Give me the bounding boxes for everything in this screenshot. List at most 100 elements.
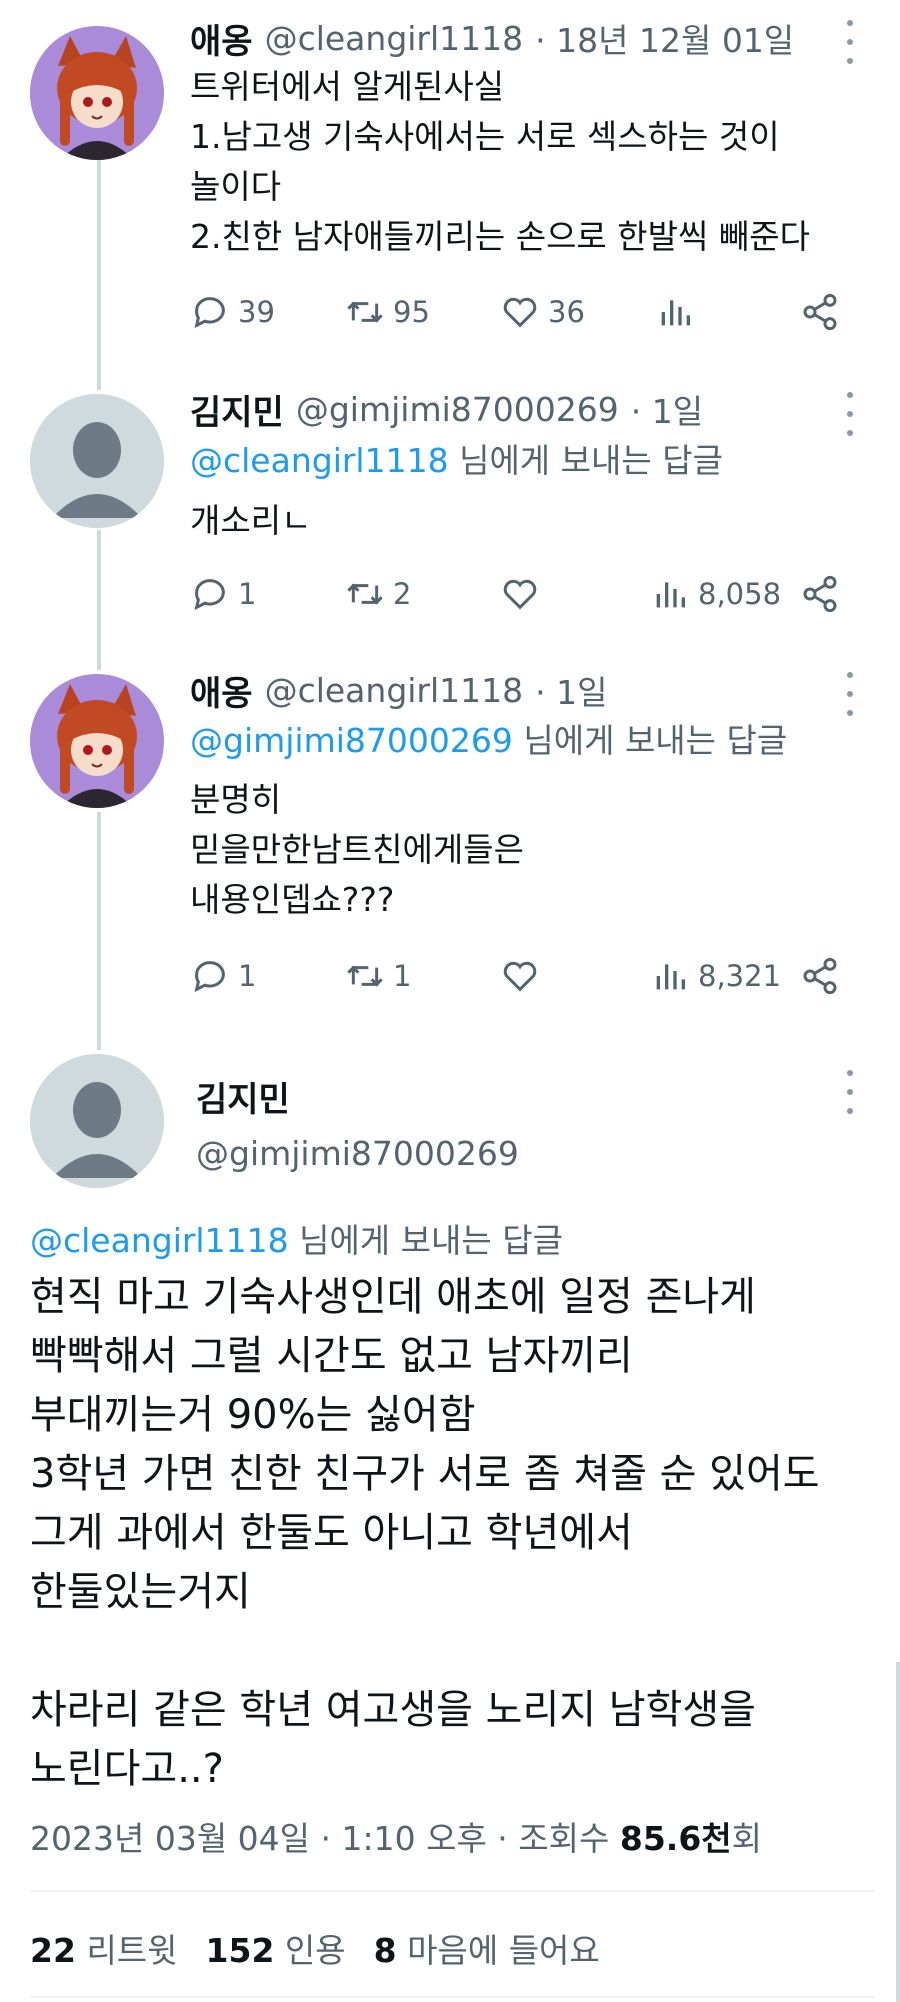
more-icon[interactable]	[840, 1070, 860, 1114]
text-line: 빡빡해서 그럴 시간도 없고 남자끼리	[30, 1333, 633, 1379]
tweet-header: 애옹 @cleangirl1118 · 18년 12월 01일	[190, 14, 794, 62]
reply-icon	[194, 297, 225, 329]
more-icon[interactable]	[840, 20, 860, 64]
tweet-header: 애옹 @cleangirl1118 · 1일	[190, 666, 608, 714]
reply-button[interactable]: 1	[190, 570, 256, 618]
text-line	[30, 1622, 820, 1681]
tweet-time[interactable]: · 1일	[535, 666, 607, 714]
tweet-header: 김지민 @gimjimi87000269 · 1일	[190, 385, 703, 433]
like-icon	[503, 579, 537, 610]
quotes-stat[interactable]: 152 인용	[206, 1924, 346, 1972]
thread-line	[97, 160, 101, 390]
more-icon[interactable]	[840, 672, 860, 716]
share-button[interactable]	[800, 570, 840, 618]
mention-link[interactable]: @cleangirl1118	[30, 1221, 289, 1260]
share-button[interactable]	[800, 288, 840, 336]
views-button[interactable]: 8,058	[650, 570, 781, 618]
display-name[interactable]: 애옹	[190, 666, 253, 715]
text-line: 놀이다	[190, 167, 282, 206]
like-count: 36	[548, 295, 585, 329]
views-button[interactable]	[655, 288, 695, 336]
text-line: 개소리ㄴ	[190, 501, 312, 540]
avatar[interactable]	[30, 1054, 164, 1188]
reply-count: 39	[238, 295, 275, 329]
tweet-text: 분명히믿을만한남트친에게들은내용인뎁쇼???	[190, 775, 524, 925]
reply-icon	[194, 579, 225, 611]
tweet-time[interactable]: · 18년 12월 01일	[535, 14, 794, 62]
avatar[interactable]	[30, 394, 164, 528]
retweet-button[interactable]: 2	[345, 570, 411, 618]
like-button[interactable]	[500, 952, 540, 1000]
reply-button[interactable]: 39	[190, 288, 275, 336]
text-line: 믿을만한남트친에게들은	[190, 830, 524, 869]
reply-suffix: 님에게 보내는 답글	[448, 441, 723, 480]
divider	[30, 1996, 875, 1998]
text-line: 현직 마고 기숙사생인데 애초에 일정 존나게	[30, 1274, 756, 1320]
quote-label: 인용	[284, 1931, 346, 1970]
views-icon	[661, 300, 690, 326]
text-line: 한둘있는거지	[30, 1569, 251, 1615]
engagement-stats: 22 리트윗 152 인용 8 마음에 들어요	[30, 1924, 600, 1972]
retweet-count: 22	[30, 1931, 76, 1970]
retweet-count: 95	[393, 295, 430, 329]
thread-line	[97, 812, 101, 1050]
views-suffix: 회	[731, 1819, 763, 1858]
timestamp-text: 2023년 03월 04일 · 1:10 오후 · 조회수	[30, 1819, 620, 1858]
retweet-button[interactable]: 1	[345, 952, 411, 1000]
avatar[interactable]	[30, 26, 164, 160]
likes-stat[interactable]: 8 마음에 들어요	[374, 1924, 600, 1972]
views-icon	[656, 964, 685, 990]
reply-context: @cleangirl1118 님에게 보내는 답글	[30, 1214, 563, 1262]
retweet-count: 1	[393, 959, 412, 993]
user-handle[interactable]: @gimjimi87000269	[296, 390, 619, 429]
text-line: 2.친한 남자애들끼리는 손으로 한발씩 빼준다	[190, 217, 810, 256]
views-icon	[656, 582, 685, 608]
retweets-stat[interactable]: 22 리트윗	[30, 1924, 178, 1972]
tweet-actions: 39 95 36	[190, 288, 850, 336]
user-handle[interactable]: @gimjimi87000269	[196, 1134, 519, 1173]
like-icon	[503, 961, 537, 992]
retweet-button[interactable]: 95	[345, 288, 430, 336]
retweet-icon	[347, 583, 383, 605]
display-name[interactable]: 애옹	[190, 14, 253, 63]
text-line: 부대끼는거 90%는 싫어함	[30, 1392, 476, 1438]
reply-suffix: 님에게 보내는 답글	[288, 1221, 563, 1260]
share-icon	[803, 957, 837, 995]
like-icon	[503, 297, 537, 328]
tweet-time[interactable]: · 1일	[631, 385, 703, 433]
tweet-text: 개소리ㄴ	[190, 496, 311, 546]
tweet-timestamp[interactable]: 2023년 03월 04일 · 1:10 오후 · 조회수 85.6천회	[30, 1812, 762, 1860]
main-tweet-text: 현직 마고 기숙사생인데 애초에 일정 존나게빡빡해서 그럴 시간도 없고 남자…	[30, 1268, 820, 1799]
scrollbar[interactable]	[896, 1662, 900, 2002]
views-button[interactable]: 8,321	[650, 952, 781, 1000]
user-handle[interactable]: @cleangirl1118	[265, 19, 524, 58]
reply-count: 1	[238, 959, 257, 993]
retweet-label: 리트윗	[86, 1931, 178, 1970]
retweet-icon	[347, 965, 383, 987]
retweet-count: 2	[393, 577, 412, 611]
text-line: 차라리 같은 학년 여고생을 노리지 남학생을	[30, 1687, 756, 1733]
thread-line	[97, 530, 101, 670]
text-line: 분명히	[190, 780, 282, 819]
like-button[interactable]	[500, 570, 540, 618]
mention-link[interactable]: @cleangirl1118	[190, 441, 449, 480]
avatar[interactable]	[30, 674, 164, 808]
share-button[interactable]	[800, 952, 840, 1000]
reply-icon	[194, 961, 225, 993]
retweet-icon	[347, 301, 383, 323]
user-handle[interactable]: @cleangirl1118	[265, 671, 524, 710]
display-name[interactable]: 김지민	[190, 385, 284, 434]
views-count: 8,321	[698, 959, 782, 993]
views-count: 85.6천	[619, 1819, 732, 1858]
more-icon[interactable]	[840, 392, 860, 436]
like-label: 마음에 들어요	[407, 1931, 600, 1970]
display-name[interactable]: 김지민	[196, 1072, 290, 1121]
like-button[interactable]: 36	[500, 288, 585, 336]
text-line: 그게 과에서 한둘도 아니고 학년에서	[30, 1510, 633, 1556]
reply-suffix: 님에게 보내는 답글	[512, 721, 788, 760]
text-line: 3학년 가면 친한 친구가 서로 좀 쳐줄 순 있어도	[30, 1451, 820, 1497]
mention-link[interactable]: @gimjimi87000269	[190, 721, 513, 760]
text-line: 내용인뎁쇼???	[190, 880, 395, 919]
reply-button[interactable]: 1	[190, 952, 256, 1000]
text-line: 노린다고..?	[30, 1746, 224, 1792]
